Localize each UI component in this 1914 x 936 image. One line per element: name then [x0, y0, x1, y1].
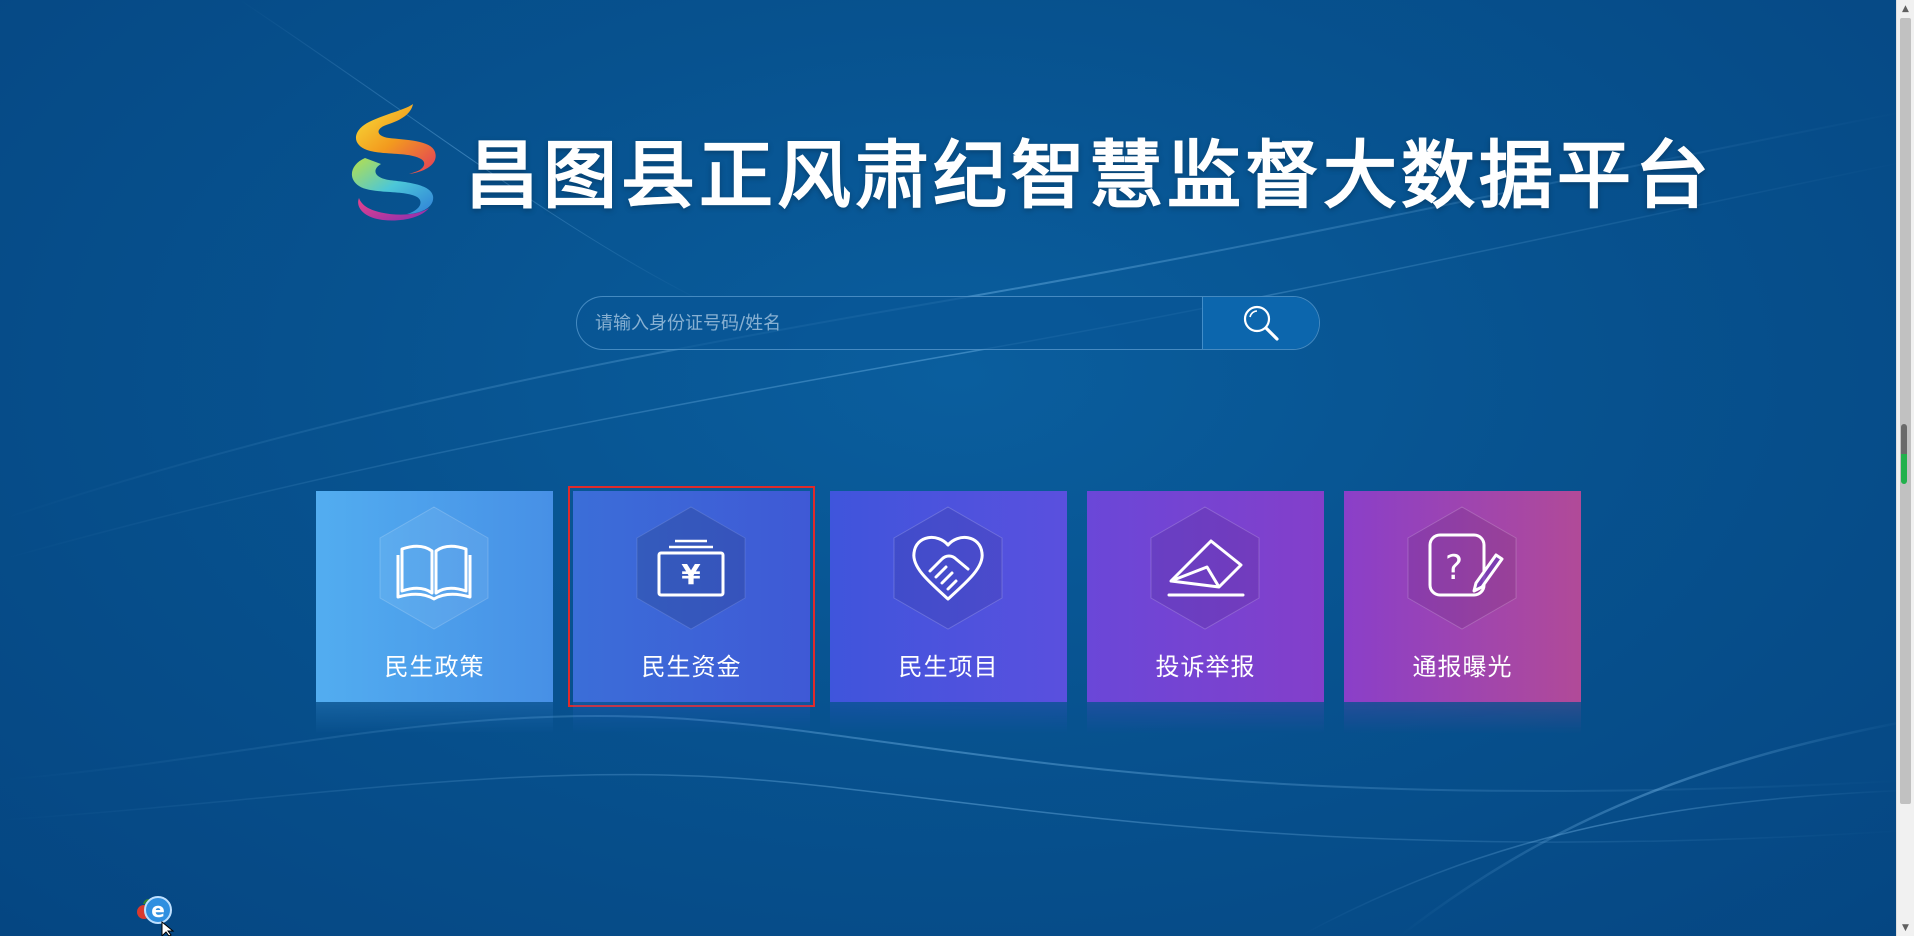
tile-label: 民生资金	[641, 653, 742, 681]
tile-livelihood-policy[interactable]: 民生政策	[316, 491, 553, 734]
scroll-down-arrow-icon[interactable]: ▼	[1897, 919, 1914, 936]
tile-reflection	[573, 702, 810, 734]
browser-e-icon[interactable]: e	[130, 892, 182, 936]
yuan-money-icon: ¥	[636, 506, 746, 630]
svg-text:e: e	[151, 898, 165, 922]
tile-reflection	[1344, 702, 1581, 734]
tile-label: 民生政策	[384, 653, 485, 681]
tile-public-exposure[interactable]: ? 通报曝光	[1344, 491, 1581, 734]
tile-livelihood-funds[interactable]: ¥ 民生资金	[568, 486, 815, 734]
tile-label: 投诉举报	[1155, 653, 1256, 681]
question-pencil-icon: ?	[1407, 506, 1517, 630]
header: 昌图县正风肃纪智慧监督大数据平台	[345, 100, 1709, 230]
handshake-icon	[893, 506, 1003, 630]
tile-label: 民生项目	[898, 653, 999, 681]
tile-complaint-report[interactable]: 投诉举报	[1087, 491, 1324, 734]
search-input[interactable]	[577, 297, 1177, 349]
tile-reflection	[830, 702, 1067, 734]
scroll-grip-indicator	[1901, 424, 1907, 484]
tile-livelihood-projects[interactable]: 民生项目	[830, 491, 1067, 734]
tile-label: 通报曝光	[1412, 653, 1513, 681]
search-button[interactable]	[1202, 297, 1319, 349]
page: 昌图县正风肃纪智慧监督大数据平台 民生政策	[0, 0, 1914, 936]
swirl-s-logo-icon	[351, 104, 436, 221]
tile-reflection	[1087, 702, 1324, 734]
search-bar	[576, 296, 1320, 350]
scroll-thumb[interactable]	[1900, 18, 1911, 804]
envelope-letter-icon	[1150, 506, 1260, 630]
tile-reflection	[316, 702, 553, 734]
vertical-scrollbar[interactable]: ▲ ▼	[1896, 0, 1914, 936]
open-book-icon	[379, 506, 489, 630]
scroll-up-arrow-icon[interactable]: ▲	[1897, 0, 1914, 17]
svg-text:?: ?	[1445, 548, 1463, 588]
page-viewport: 昌图县正风肃纪智慧监督大数据平台 民生政策	[0, 0, 1896, 936]
svg-text:¥: ¥	[681, 558, 701, 591]
module-tiles: 民生政策 ¥ 民生资金 民生项目 投诉举报 ? 通报曝光	[316, 486, 1586, 734]
page-title: 昌图县正风肃纪智慧监督大数据平台	[465, 133, 1713, 219]
search-icon	[1243, 305, 1279, 341]
